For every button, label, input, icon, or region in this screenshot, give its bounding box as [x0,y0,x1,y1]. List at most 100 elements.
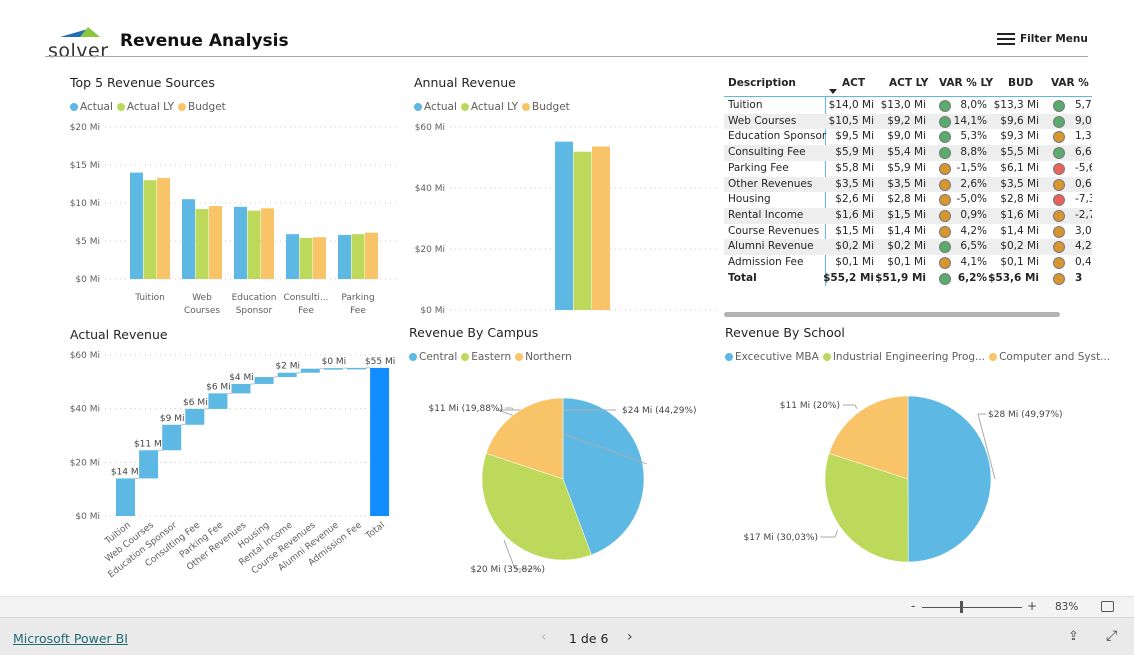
y-tick-label: $0 Mi [75,275,100,285]
cell-var-ly: 14,1% [953,114,987,127]
zoom-slider-thumb[interactable] [960,601,963,613]
prev-page-icon[interactable]: ‹ [541,629,547,645]
status-orange-icon [939,194,951,207]
x-tick-label: Web [192,293,212,303]
slice-label: $20 Mi (35,82%) [470,565,545,575]
slice-label: $17 Mi (30,03%) [743,533,818,543]
annual-chart: $0 Mi $20 Mi $40 Mi $60 Mi [415,123,720,316]
col-var-ly[interactable]: VAR % LY [939,77,993,89]
power-bi-link[interactable]: Microsoft Power BI [13,631,128,646]
table-row[interactable]: Parking Fee $5,8 Mi $5,9 Mi -1,5% $6,1 Mi -5,… [724,161,1092,177]
page-indicator: 1 de 6 [569,631,609,646]
legend-central[interactable]: Central [409,351,457,363]
table-row[interactable]: Housing $2,6 Mi $2,8 Mi -5,0% $2,8 Mi -7,3 [724,192,1092,208]
status-orange-icon [939,257,951,269]
cell-var-b: 6,6 [1075,146,1092,159]
table-row[interactable]: Other Revenues $3,5 Mi $3,5 Mi 2,6% $3,5 Mi 0… [724,176,1092,193]
waterfall-bar [162,424,182,451]
table-row[interactable]: Alumni Revenue $0,2 Mi $0,2 Mi 6,5% $0,2 Mi 4… [724,239,1092,255]
top5-title: Top 5 Revenue Sources [70,75,215,90]
status-green-icon [939,241,951,254]
cell-var-b: 3,0 [1075,224,1092,237]
pie-slice [907,395,992,563]
legend-northern[interactable]: Northern [515,351,572,363]
cell-desc: Total [728,271,757,284]
bar-actual-ly [247,210,261,279]
cell-act-ly: $0,1 Mi [887,256,926,268]
bar-actual [234,206,247,279]
table-row[interactable]: Course Revenues $1,5 Mi $1,4 Mi 4,2% $1,4 Mi… [724,224,1092,240]
status-orange-icon [939,209,951,222]
table-row[interactable]: Admission Fee $0,1 Mi $0,1 Mi 4,1% $0,1 Mi 0,… [724,255,1092,271]
bar-budget [313,237,326,279]
legend-eastern[interactable]: Eastern [461,351,511,363]
status-green-icon [939,147,951,160]
share-icon[interactable]: ⇪ [1068,629,1079,644]
cell-act-ly: $1,5 Mi [887,208,926,221]
status-green-icon [939,115,951,128]
cell-act-ly: $0,2 Mi [887,240,926,253]
table-h-scrollbar[interactable] [724,312,1060,317]
cell-act: $0,1 Mi [835,256,874,268]
y-tick-label: $60 Mi [415,123,445,133]
next-page-icon[interactable]: › [627,629,633,645]
cell-act: $2,6 Mi [835,193,874,206]
cell-var-b: -5,6 [1075,161,1092,174]
legend-actual[interactable]: Actual [414,101,457,113]
table-row[interactable]: Rental Income $1,6 Mi $1,5 Mi 0,9% $1,6 Mi -2… [724,207,1092,224]
cell-var-ly: 4,1% [960,256,987,268]
school-legend: Excecutive MBA Industrial Engineering Pr… [725,351,1110,363]
fullscreen-icon[interactable]: ⤢ [1106,628,1117,644]
cell-desc: Alumni Revenue [728,240,814,253]
col-description[interactable]: Description [728,77,796,89]
zoom-slider-track[interactable] [922,607,1022,608]
filter-menu-button[interactable]: Filter Menu [997,32,1088,46]
cell-var-b: 3 [1075,271,1083,284]
legend-computer-sys[interactable]: Computer and Syst... [989,351,1110,363]
campus-title: Revenue By Campus [409,325,539,340]
slice-label: $28 Mi (49,97%) [988,410,1063,420]
leader-line [843,404,858,409]
status-orange-icon [1053,272,1065,285]
footer: Microsoft Power BI ‹ 1 de 6 › ⇪ ⤢ [0,618,1134,655]
cell-act: $1,5 Mi [835,224,874,237]
status-green-icon [1053,147,1065,160]
cell-bud: $0,2 Mi [1000,240,1039,253]
waterfall-bar [300,368,320,373]
table-row[interactable]: Education Sponsor $9,5 Mi $9,0 Mi 5,3% $9,3 … [724,129,1092,145]
col-bud[interactable]: BUD [1008,77,1033,89]
zoom-in-button[interactable]: + [1027,599,1037,613]
zoom-out-button[interactable]: - [911,599,915,613]
bar-actual [182,199,195,279]
zoom-level: 83% [1055,601,1079,613]
y-tick-label: $0 Mi [75,512,100,522]
fit-to-page-icon[interactable] [1101,601,1114,612]
waterfall-bar [185,408,205,425]
table-row[interactable]: Web Courses $10,5 Mi $9,2 Mi 14,1% $9,6 Mi 9,… [724,113,1092,130]
legend-actual-ly[interactable]: Actual LY [460,101,518,113]
cell-desc: Tuition [728,99,763,111]
annual-legend: Actual Actual LY Budget [414,101,570,113]
top5-legend: Actual Actual LY Budget [70,101,226,113]
y-tick-label: $10 Mi [70,199,100,209]
legend-budget[interactable]: Budget [522,101,570,113]
legend-actual[interactable]: Actual [70,101,113,113]
waterfall-bar [231,383,251,394]
legend-budget[interactable]: Budget [178,101,226,113]
legend-exec-mba[interactable]: Excecutive MBA [725,351,819,363]
table-row[interactable]: Tuition $14,0 Mi $13,0 Mi 8,0% $13,3 Mi 5,7 [724,98,1092,114]
cell-bud: $6,1 Mi [1000,161,1039,174]
status-green-icon [1053,115,1065,128]
table-row[interactable]: Consulting Fee $5,9 Mi $5,4 Mi 8,8% $5,5 Mi 6… [724,145,1092,161]
cell-act: $1,6 Mi [835,208,874,221]
col-act-ly[interactable]: ACT LY [889,77,928,89]
x-tick-label: Fee [350,306,366,316]
legend-actual-ly[interactable]: Actual LY [116,101,174,113]
waterfall-bar [323,368,343,370]
header-divider [45,56,1088,57]
leader-line [820,530,839,538]
table-total-row[interactable]: Total $55,2 Mi $51,9 Mi 6,2% $53,6 Mi 3 [724,271,1092,287]
legend-industrial-eng[interactable]: Industrial Engineering Prog... [822,351,985,363]
col-act[interactable]: ACT [842,77,865,89]
col-var-bud[interactable]: VAR % B [1051,77,1092,89]
